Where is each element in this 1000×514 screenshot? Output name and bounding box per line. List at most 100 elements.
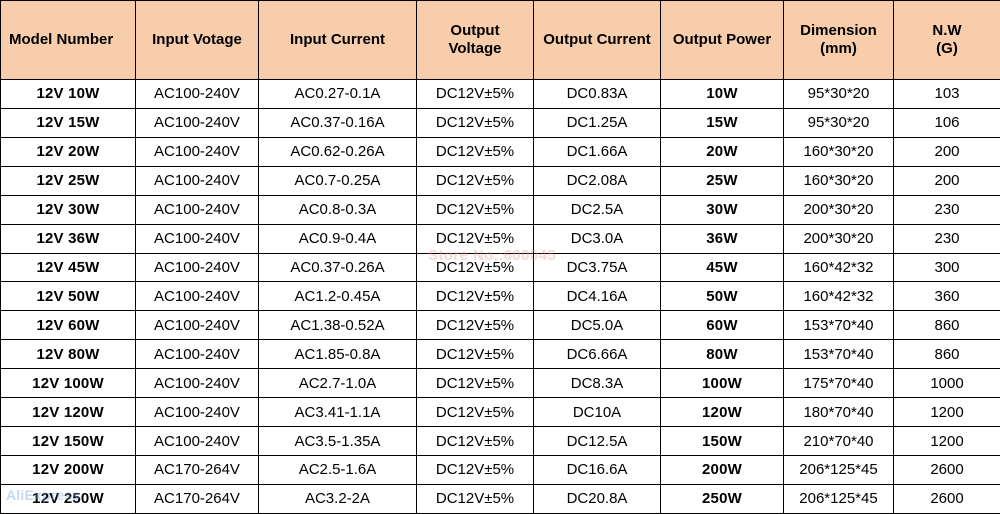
cell-dimension: 160*42*32 [783, 281, 894, 312]
cell-output-current: DC20.8A [533, 483, 661, 514]
cell-input-voltage: AC170-264V [135, 454, 259, 485]
cell-input-voltage: AC100-240V [135, 223, 259, 254]
cell-output-power: 20W [660, 136, 784, 167]
table-row: 12V 200W AC170-264V AC2.5-1.6A DC12V±5% DC16… [0, 454, 1000, 485]
table-row: 12V 36W AC100-240V AC0.9-0.4A DC12V±5% DC3.0… [0, 223, 1000, 254]
cell-model-number: 12V 45W [0, 252, 136, 283]
column-header-output-power: Output Power [660, 0, 784, 80]
cell-output-power: 10W [660, 79, 784, 109]
cell-output-current: DC4.16A [533, 281, 661, 312]
cell-input-voltage: AC100-240V [135, 310, 259, 341]
cell-output-power: 80W [660, 339, 784, 370]
cell-net-weight: 300 [893, 252, 1000, 283]
cell-output-current: DC8.3A [533, 368, 661, 399]
cell-input-current: AC1.2-0.45A [258, 281, 417, 312]
cell-dimension: 95*30*20 [783, 79, 894, 109]
table-body: 12V 10W AC100-240V AC0.27-0.1A DC12V±5% DC0.… [0, 79, 1000, 514]
cell-net-weight: 860 [893, 339, 1000, 370]
cell-output-voltage: DC12V±5% [416, 310, 534, 341]
cell-dimension: 95*30*20 [783, 107, 894, 138]
cell-dimension: 200*30*20 [783, 194, 894, 225]
cell-model-number: 12V 120W [0, 397, 136, 428]
cell-output-power: 250W [660, 483, 784, 514]
table-row: 12V 60W AC100-240V AC1.38-0.52A DC12V±5% DC5… [0, 310, 1000, 341]
cell-dimension: 210*70*40 [783, 426, 894, 456]
power-supply-spec-table: Model Number Input Votage Input Current … [0, 0, 1000, 514]
column-header-dimension-line2: (mm) [820, 40, 857, 57]
cell-output-voltage: DC12V±5% [416, 252, 534, 283]
table-row: 12V 120W AC100-240V AC3.41-1.1A DC12V±5% DC1… [0, 397, 1000, 428]
cell-output-voltage: DC12V±5% [416, 397, 534, 428]
table-header: Model Number Input Votage Input Current … [0, 0, 1000, 80]
cell-model-number: 12V 50W [0, 281, 136, 312]
cell-net-weight: 106 [893, 107, 1000, 138]
cell-output-power: 50W [660, 281, 784, 312]
cell-net-weight: 1000 [893, 368, 1000, 399]
table-row: 12V 80W AC100-240V AC1.85-0.8A DC12V±5% DC6.… [0, 339, 1000, 370]
cell-output-current: DC16.6A [533, 454, 661, 485]
cell-input-current: AC0.7-0.25A [258, 165, 417, 196]
cell-dimension: 206*125*45 [783, 454, 894, 485]
cell-dimension: 175*70*40 [783, 368, 894, 399]
cell-net-weight: 1200 [893, 397, 1000, 428]
column-header-output-voltage-line1: Output [450, 22, 500, 40]
cell-input-voltage: AC100-240V [135, 194, 259, 225]
cell-output-current: DC5.0A [533, 310, 661, 341]
cell-input-current: AC0.27-0.1A [258, 79, 417, 109]
table-row: 12V 20W AC100-240V AC0.62-0.26A DC12V±5% DC1… [0, 136, 1000, 167]
cell-output-voltage: DC12V±5% [416, 107, 534, 138]
cell-output-current: DC2.5A [533, 194, 661, 225]
cell-model-number: 12V 10W [0, 79, 136, 109]
cell-input-voltage: AC100-240V [135, 107, 259, 138]
cell-output-voltage: DC12V±5% [416, 165, 534, 196]
cell-input-current: AC2.7-1.0A [258, 368, 417, 399]
cell-input-current: AC0.62-0.26A [258, 136, 417, 167]
column-header-net-weight-line1: N.W [932, 22, 962, 40]
column-header-dimension-line1: Dimension [800, 22, 877, 40]
cell-model-number: 12V 36W [0, 223, 136, 254]
cell-output-voltage: DC12V±5% [416, 223, 534, 254]
cell-model-number: 12V 60W [0, 310, 136, 341]
cell-input-voltage: AC100-240V [135, 281, 259, 312]
spec-table-container: Model Number Input Votage Input Current … [0, 0, 1000, 514]
cell-output-current: DC1.25A [533, 107, 661, 138]
cell-input-voltage: AC100-240V [135, 426, 259, 456]
cell-dimension: 206*125*45 [783, 483, 894, 514]
cell-output-voltage: DC12V±5% [416, 339, 534, 370]
cell-input-voltage: AC100-240V [135, 368, 259, 399]
cell-output-current: DC10A [533, 397, 661, 428]
cell-dimension: 160*42*32 [783, 252, 894, 283]
cell-input-voltage: AC170-264V [135, 483, 259, 514]
cell-net-weight: 860 [893, 310, 1000, 341]
cell-input-current: AC3.2-2A [258, 483, 417, 514]
cell-model-number: 12V 80W [0, 339, 136, 370]
table-row: 12V 50W AC100-240V AC1.2-0.45A DC12V±5% DC4.… [0, 281, 1000, 312]
table-row: 12V 250W AC170-264V AC3.2-2A DC12V±5% DC20.8… [0, 483, 1000, 514]
cell-output-current: DC2.08A [533, 165, 661, 196]
cell-model-number: 12V 25W [0, 165, 136, 196]
cell-input-current: AC3.5-1.35A [258, 426, 417, 456]
cell-input-voltage: AC100-240V [135, 252, 259, 283]
cell-model-number: 12V 20W [0, 136, 136, 167]
column-header-input-voltage: Input Votage [135, 0, 259, 80]
cell-dimension: 153*70*40 [783, 339, 894, 370]
cell-input-current: AC0.8-0.3A [258, 194, 417, 225]
table-row: 12V 45W AC100-240V AC0.37-0.26A DC12V±5% DC3… [0, 252, 1000, 283]
cell-net-weight: 2600 [893, 454, 1000, 485]
header-row: Model Number Input Votage Input Current … [0, 0, 1000, 80]
cell-output-voltage: DC12V±5% [416, 454, 534, 485]
cell-net-weight: 360 [893, 281, 1000, 312]
cell-output-power: 200W [660, 454, 784, 485]
table-row: 12V 25W AC100-240V AC0.7-0.25A DC12V±5% DC2.… [0, 165, 1000, 196]
table-row: 12V 150W AC100-240V AC3.5-1.35A DC12V±5% DC1… [0, 426, 1000, 456]
cell-output-power: 60W [660, 310, 784, 341]
cell-output-power: 15W [660, 107, 784, 138]
cell-model-number: 12V 15W [0, 107, 136, 138]
cell-input-current: AC3.41-1.1A [258, 397, 417, 428]
cell-output-power: 150W [660, 426, 784, 456]
cell-model-number: 12V 200W [0, 454, 136, 485]
cell-output-voltage: DC12V±5% [416, 368, 534, 399]
column-header-net-weight-line2: (G) [936, 40, 958, 57]
column-header-model-number: Model Number [0, 0, 136, 80]
cell-dimension: 153*70*40 [783, 310, 894, 341]
